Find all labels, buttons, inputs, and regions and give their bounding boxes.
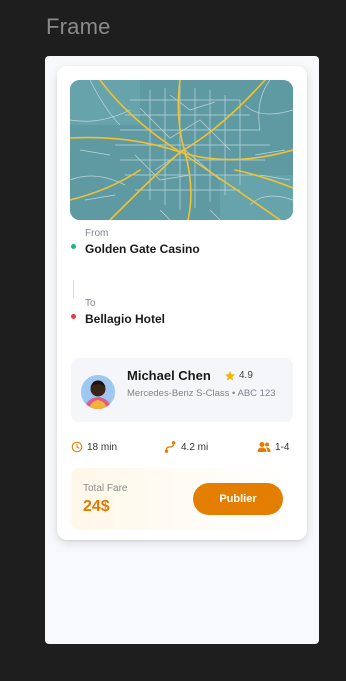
driver-card[interactable]: Michael Chen 4.9 Mercedes-Benz S-Class •… bbox=[71, 358, 293, 422]
to-value: Bellagio Hotel bbox=[85, 312, 166, 326]
frame-label: Frame bbox=[46, 14, 111, 39]
avatar bbox=[81, 375, 115, 409]
to-label: To bbox=[85, 298, 96, 309]
from-label: From bbox=[85, 228, 109, 239]
passengers-stat: 1-4 bbox=[257, 440, 289, 454]
frame: From Golden Gate Casino To Bellagio Hote… bbox=[45, 56, 319, 644]
route-connector bbox=[73, 280, 74, 298]
driver-name: Michael Chen bbox=[127, 368, 211, 383]
vehicle-info: Mercedes-Benz S-Class • ABC 123 bbox=[127, 388, 276, 399]
dropoff-dot bbox=[71, 314, 76, 319]
ride-card: From Golden Gate Casino To Bellagio Hote… bbox=[57, 66, 307, 540]
driver-rating: 4.9 bbox=[239, 370, 253, 381]
pickup-dot bbox=[71, 244, 76, 249]
star-icon bbox=[225, 371, 235, 381]
users-icon bbox=[257, 442, 271, 452]
map-graphic bbox=[70, 80, 293, 220]
clock-icon bbox=[71, 441, 83, 453]
fare-panel: Total Fare 24$ Publier bbox=[71, 468, 293, 530]
fare-value: 24$ bbox=[83, 498, 110, 515]
passengers-value: 1-4 bbox=[275, 441, 290, 453]
distance-value: 4.2 mi bbox=[181, 441, 209, 453]
duration-stat: 18 min bbox=[71, 440, 117, 454]
from-value: Golden Gate Casino bbox=[85, 242, 200, 256]
publish-button[interactable]: Publier bbox=[193, 483, 283, 515]
distance-stat: 4.2 mi bbox=[163, 440, 208, 454]
route-icon bbox=[164, 441, 176, 453]
duration-value: 18 min bbox=[87, 441, 118, 453]
route-map[interactable] bbox=[70, 80, 293, 220]
fare-label: Total Fare bbox=[83, 483, 128, 494]
